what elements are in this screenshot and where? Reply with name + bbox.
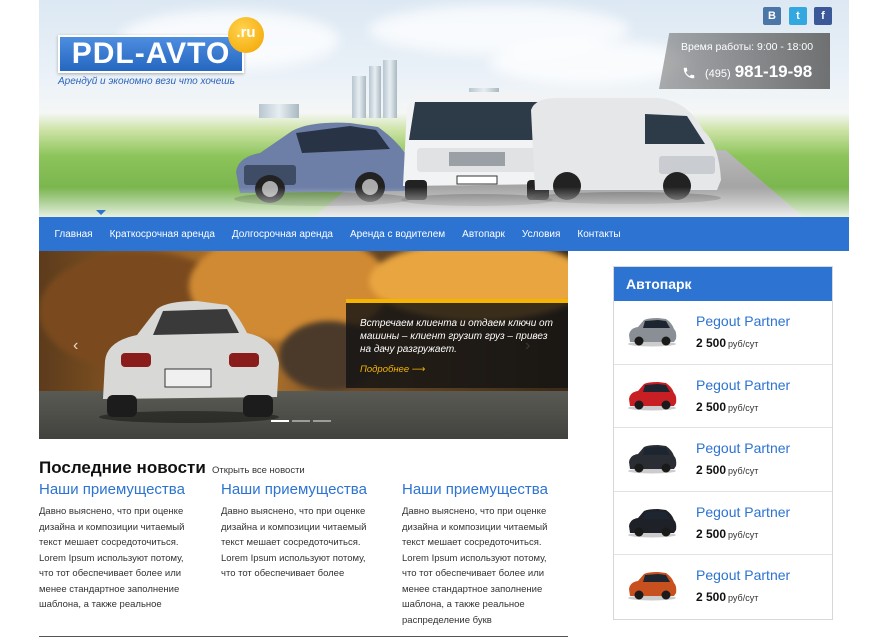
fleet-item-name[interactable]: Pegout Partner bbox=[696, 377, 790, 393]
news-item-title[interactable]: Наши приемущества bbox=[221, 481, 379, 498]
car-thumbnail-image[interactable] bbox=[626, 315, 678, 347]
logo-ru-badge: .ru bbox=[228, 17, 264, 53]
header-banner bbox=[39, 0, 849, 217]
fleet-item-price-unit: руб/сут bbox=[728, 529, 759, 540]
news-item-title[interactable]: Наши приемущества bbox=[402, 481, 560, 498]
fleet-item-name[interactable]: Pegout Partner bbox=[696, 567, 790, 583]
all-news-link[interactable]: Открыть все новости bbox=[212, 465, 305, 476]
car-thumbnail-image[interactable] bbox=[626, 506, 678, 538]
news-divider bbox=[39, 636, 568, 637]
slider-dot[interactable] bbox=[271, 420, 289, 422]
slide-caption: Встречаем клиента и отдаем ключи от маши… bbox=[346, 299, 568, 388]
work-hours: Время работы: 9:00 - 18:00 bbox=[681, 41, 814, 53]
fleet-item-price-unit: руб/сут bbox=[728, 466, 759, 476]
slide-more-link[interactable]: Подробнее ⟶ bbox=[360, 364, 425, 375]
nav-item-fleet[interactable]: Автопарк bbox=[454, 229, 514, 240]
slider-pagination bbox=[271, 420, 331, 422]
news-item-text: Давно выяснено, что при оценке дизайна и… bbox=[402, 506, 548, 626]
fleet-item-price-value: 2 500 bbox=[696, 336, 727, 350]
fleet-item[interactable]: Pegout Partner 2 500 руб/сут bbox=[614, 492, 832, 555]
nav-item-conditions[interactable]: Условия bbox=[513, 229, 569, 240]
fleet-item[interactable]: Pegout Partner 2 500 руб/сут bbox=[614, 555, 832, 619]
fleet-item-price-value: 2 500 bbox=[696, 590, 727, 604]
car-thumbnail-image[interactable] bbox=[626, 379, 678, 411]
car-thumbnail-image[interactable] bbox=[626, 569, 678, 601]
news-section-title: Последние новости bbox=[39, 458, 206, 477]
fleet-list: Pegout Partner 2 500 руб/сут Pegout Partner… bbox=[614, 301, 832, 619]
fleet-panel: Автопарк Pegout Partner 2 500 руб/сут Pegou… bbox=[613, 266, 833, 620]
sports-car-image bbox=[99, 301, 279, 423]
facebook-icon[interactable]: f bbox=[814, 7, 832, 25]
building bbox=[259, 104, 299, 118]
main-nav: Главная Краткосрочная аренда Долгосрочна… bbox=[39, 217, 849, 251]
slider-prev-arrow-icon[interactable]: ‹ bbox=[73, 337, 78, 355]
nav-item-with-driver[interactable]: Аренда с водителем bbox=[341, 229, 453, 240]
nav-item-long-term[interactable]: Долгосрочная аренда bbox=[223, 229, 341, 240]
slider-dot[interactable] bbox=[292, 420, 310, 422]
car-thumbnail-image[interactable] bbox=[626, 442, 678, 474]
fleet-item-price: 2 500 руб/сут bbox=[696, 463, 758, 477]
fleet-item-price-unit: руб/сут bbox=[728, 593, 759, 603]
nav-item-home[interactable]: Главная bbox=[46, 229, 101, 240]
building bbox=[352, 76, 366, 118]
fleet-item[interactable]: Pegout Partner 2 500 руб/сут bbox=[614, 365, 832, 428]
fleet-title: Автопарк bbox=[614, 267, 832, 301]
hero-slider: ‹ › Встречаем клиента и отдаем ключи от … bbox=[39, 251, 568, 439]
fleet-item[interactable]: Pegout Partner 2 500 руб/сут bbox=[614, 301, 832, 365]
fleet-item-name[interactable]: Pegout Partner bbox=[696, 313, 790, 329]
fleet-item-price: 2 500 руб/сут bbox=[696, 527, 758, 541]
slide-text: Встречаем клиента и отдаем ключи от маши… bbox=[360, 318, 553, 355]
phone-code: (495) bbox=[705, 68, 731, 80]
phone-icon bbox=[683, 67, 695, 79]
twitter-icon[interactable]: t bbox=[789, 7, 807, 25]
building bbox=[369, 66, 381, 118]
cloud bbox=[489, 40, 689, 85]
fleet-item[interactable]: Pegout Partner 2 500 руб/сут bbox=[614, 428, 832, 492]
fleet-item-name[interactable]: Pegout Partner bbox=[696, 440, 790, 456]
fleet-item-price: 2 500 руб/сут bbox=[696, 336, 758, 350]
nav-item-contacts[interactable]: Контакты bbox=[569, 229, 629, 240]
nav-item-short-term[interactable]: Краткосрочная аренда bbox=[101, 229, 223, 240]
fleet-item-price-value: 2 500 bbox=[696, 463, 727, 477]
phone-number[interactable]: (495) 981-19-98 bbox=[705, 62, 812, 82]
news-item-text: Давно выяснено, что при оценке дизайна и… bbox=[221, 506, 367, 579]
logo-text[interactable]: PDL-AVTO bbox=[72, 37, 231, 70]
fleet-item-price-value: 2 500 bbox=[696, 399, 727, 414]
fleet-item-price-value: 2 500 bbox=[696, 526, 727, 541]
site-slogan: Арендуй и экономно вези что хочешь bbox=[58, 76, 235, 87]
arrow-right-icon: ⟶ bbox=[411, 364, 426, 375]
news-item: Наши приемущества Давно выяснено, что пр… bbox=[402, 481, 560, 628]
nav-active-pointer-icon bbox=[96, 210, 106, 215]
slider-dot[interactable] bbox=[313, 420, 331, 422]
news-item: Наши приемущества Давно выяснено, что пр… bbox=[39, 481, 197, 613]
fleet-item-price-unit: руб/сут bbox=[728, 339, 759, 349]
fleet-item-name[interactable]: Pegout Partner bbox=[696, 504, 790, 520]
fleet-item-price-unit: руб/сут bbox=[728, 402, 759, 413]
news-item: Наши приемущества Давно выяснено, что пр… bbox=[221, 481, 379, 582]
fleet-item-price: 2 500 руб/сут bbox=[696, 400, 758, 414]
fleet-item-price: 2 500 руб/сут bbox=[696, 590, 758, 604]
site-logo[interactable]: PDL-AVTO bbox=[58, 35, 244, 73]
building bbox=[383, 60, 397, 118]
header-fade bbox=[39, 187, 849, 217]
news-item-text: Давно выяснено, что при оценке дизайна и… bbox=[39, 506, 185, 610]
slide-more-label[interactable]: Подробнее bbox=[360, 364, 409, 375]
phone-digits: 981-19-98 bbox=[734, 62, 813, 81]
vk-icon[interactable]: B bbox=[763, 7, 781, 25]
news-item-title[interactable]: Наши приемущества bbox=[39, 481, 197, 498]
